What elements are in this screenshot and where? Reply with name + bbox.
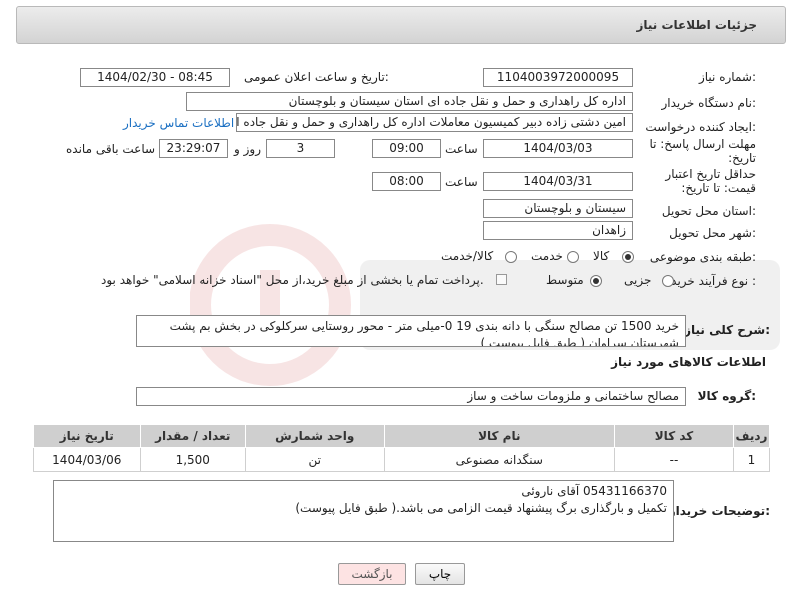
col-date: تاریخ نیاز xyxy=(33,424,141,448)
deadline-time-field: 09:00 xyxy=(372,139,441,158)
col-row: ردیف xyxy=(732,424,771,448)
buyer-notes-label: توضیحات خریدار: xyxy=(668,504,770,518)
back-button[interactable]: بازگشت xyxy=(338,563,406,585)
remaining-time-field: 23:29:07 xyxy=(159,139,228,158)
announce-field: 1404/02/30 - 08:45 xyxy=(80,68,230,87)
creator-label: ایجاد کننده درخواست: xyxy=(645,120,756,134)
panel-header: جزئیات اطلاعات نیاز xyxy=(16,6,786,44)
city-label: شهر محل تحویل: xyxy=(669,226,756,240)
remaining-label: ساعت باقی مانده xyxy=(66,142,156,156)
validity-label: حداقل تاریخ اعتبار قیمت: تا تاریخ: xyxy=(665,167,756,195)
page-title: جزئیات اطلاعات نیاز xyxy=(636,18,757,32)
print-button[interactable]: چاپ xyxy=(415,563,465,585)
announce-label: تاریخ و ساعت اعلان عمومی: xyxy=(244,70,389,84)
province-label: استان محل تحویل: xyxy=(661,204,756,218)
deadline-date-field: 1404/03/03 xyxy=(483,139,633,158)
deadline-time-label: ساعت xyxy=(445,142,478,156)
process-option-minor: جزیی xyxy=(624,273,652,287)
goods-table: ردیف کد کالا نام کالا واحد شمارش تعداد /… xyxy=(33,424,771,472)
buyer-org-label: نام دستگاه خریدار: xyxy=(661,96,757,110)
cell-qty: 1,500 xyxy=(139,447,246,472)
cell-date: 1404/03/06 xyxy=(33,447,141,472)
description-label: شرح کلی نیاز: xyxy=(684,323,770,337)
need-number-label: شماره نیاز: xyxy=(698,70,756,84)
treasury-payment-checkbox[interactable] xyxy=(496,274,507,285)
days-label: روز و xyxy=(234,142,261,156)
need-number-field: 1104003972000095 xyxy=(483,68,633,87)
goods-table-header: ردیف کد کالا نام کالا واحد شمارش تعداد /… xyxy=(33,424,771,448)
buyer-org-field: اداره کل راهداری و حمل و نقل جاده ای است… xyxy=(186,92,633,111)
col-unit: واحد شمارش xyxy=(244,424,385,448)
process-radio-medium[interactable] xyxy=(590,275,602,287)
buyer-notes-field: 05431166370 آقای ناروئی تکمیل و بارگذاری… xyxy=(53,480,674,542)
cell-row: 1 xyxy=(732,447,771,472)
deadline-label: مهلت ارسال پاسخ: تا تاریخ: xyxy=(649,137,756,165)
goods-group-label: گروه کالا: xyxy=(697,389,756,403)
buyer-notes-line2: تکمیل و بارگذاری برگ پیشنهاد قیمت الزامی… xyxy=(295,501,667,515)
validity-time-field: 08:00 xyxy=(372,172,441,191)
payment-note: پرداخت تمام یا بخشی از مبلغ خرید،از محل … xyxy=(101,273,484,287)
validity-time-label: ساعت xyxy=(445,175,478,189)
goods-section-title: اطلاعات کالاهای مورد نیاز xyxy=(611,355,766,369)
process-option-medium: متوسط xyxy=(546,273,584,287)
category-radio-goods[interactable] xyxy=(622,251,634,263)
category-label: طبقه بندی موضوعی: xyxy=(649,250,756,264)
process-label: نوع فرآیند خرید : xyxy=(671,274,756,288)
days-field: 3 xyxy=(266,139,335,158)
table-row: 1 -- سنگدانه مصنوعی تن 1,500 1404/03/06 xyxy=(33,447,771,472)
city-field: زاهدان xyxy=(483,221,633,240)
category-radio-goods-service[interactable] xyxy=(505,251,517,263)
cell-unit: تن xyxy=(244,447,385,472)
col-name: نام کالا xyxy=(383,424,616,448)
cell-name: سنگدانه مصنوعی xyxy=(383,447,616,472)
buyer-notes-line1: 05431166370 آقای ناروئی xyxy=(521,484,667,498)
col-code: کد کالا xyxy=(614,424,734,448)
province-field: سیستان و بلوچستان xyxy=(483,199,633,218)
goods-group-field: مصالح ساختمانی و ملزومات ساخت و ساز xyxy=(136,387,686,406)
cell-code: -- xyxy=(614,447,734,472)
category-radio-service[interactable] xyxy=(567,251,579,263)
category-option-goods: کالا xyxy=(593,249,610,263)
description-field: خرید 1500 تن مصالح سنگی با دانه بندی 19 … xyxy=(136,315,686,347)
contact-buyer-link[interactable]: اطلاعات تماس خریدار xyxy=(123,116,234,130)
category-option-goods-service: کالا/خدمت xyxy=(441,249,494,263)
col-qty: تعداد / مقدار xyxy=(139,424,246,448)
validity-date-field: 1404/03/31 xyxy=(483,172,633,191)
category-option-service: خدمت xyxy=(531,249,563,263)
creator-field: امین دشتی زاده دبیر کمیسیون معاملات ادار… xyxy=(236,113,633,132)
process-radio-minor[interactable] xyxy=(662,275,674,287)
